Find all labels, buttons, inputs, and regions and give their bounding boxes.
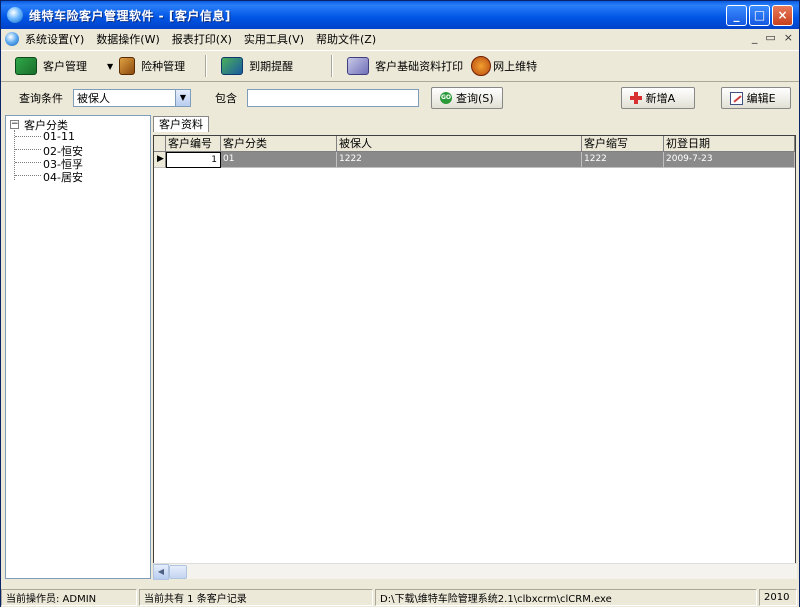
- printer-icon: [347, 57, 370, 75]
- query-bar: 查询条件 被保人 ▼ 包含 GO 查询(S) 新增A 编辑E: [1, 83, 799, 113]
- status-record-count: 当前共有 1 条客户记录: [139, 588, 373, 606]
- status-bar: 当前操作员: ADMIN 当前共有 1 条客户记录 D:\下载\维特车险管理系统…: [1, 587, 799, 607]
- customer-card-icon: [15, 57, 37, 75]
- column-header[interactable]: 被保人: [337, 136, 582, 152]
- customer-table: 客户编号 客户分类 被保人 客户缩写 初登日期 ▶ 1 01 1222 1222…: [153, 135, 796, 579]
- search-input[interactable]: [247, 89, 419, 107]
- app-icon: [7, 7, 23, 23]
- table-header: 客户编号 客户分类 被保人 客户缩写 初登日期: [154, 136, 795, 152]
- query-button[interactable]: GO 查询(S): [431, 87, 503, 109]
- tree-item[interactable]: 01-11: [43, 130, 75, 143]
- horizontal-scrollbar[interactable]: ◀: [153, 563, 797, 580]
- go-icon: GO: [440, 92, 452, 104]
- cell-category[interactable]: 01: [221, 152, 337, 168]
- column-header[interactable]: 客户缩写: [582, 136, 664, 152]
- cell-id[interactable]: 1: [166, 152, 221, 168]
- status-path: D:\下载\维特车险管理系统2.1\clbxcrm\clCRM.exe: [375, 588, 757, 606]
- customer-mgmt-button[interactable]: 客户管理: [15, 53, 87, 79]
- query-button-label: 查询(S): [456, 92, 494, 105]
- column-header[interactable]: 客户分类: [221, 136, 337, 152]
- menu-data-operations[interactable]: 数据操作(W): [96, 31, 159, 47]
- expiry-reminder-button[interactable]: 到期提醒: [221, 53, 293, 79]
- book-icon: [119, 57, 136, 75]
- row-indicator-header: [154, 136, 166, 152]
- menu-help[interactable]: 帮助文件(Z): [316, 31, 376, 47]
- column-header[interactable]: 客户编号: [166, 136, 221, 152]
- mdi-minimize-button[interactable]: _: [752, 31, 758, 44]
- scroll-thumb[interactable]: [169, 565, 187, 579]
- chevron-down-icon[interactable]: ▼: [175, 90, 190, 106]
- tree-item[interactable]: 04-居安: [43, 169, 83, 185]
- system-menu-icon[interactable]: [5, 32, 19, 46]
- toolbar-separator: [331, 55, 334, 77]
- cell-insured[interactable]: 1222: [337, 152, 582, 168]
- minimize-button[interactable]: _: [726, 5, 747, 26]
- edit-pencil-icon: [729, 91, 743, 105]
- add-button[interactable]: 新增A: [620, 87, 695, 109]
- insurance-mgmt-label: 险种管理: [141, 60, 186, 73]
- title-bar: 维特车险客户管理软件 - [客户信息] _ □ ×: [1, 1, 799, 29]
- customer-panel: 客户资料 客户编号 客户分类 被保人 客户缩写 初登日期 ▶ 1 01 1222…: [153, 115, 798, 579]
- condition-select-value: 被保人: [77, 92, 110, 105]
- category-tree: − 客户分类 01-11 02-恒安 03-恒孚 04-居安: [5, 115, 151, 579]
- online-button[interactable]: 网上维特: [471, 53, 537, 79]
- app-window: 维特车险客户管理软件 - [客户信息] _ □ × 系统设置(Y) 数据操作(W…: [0, 0, 800, 607]
- table-empty-area: [154, 168, 795, 578]
- cell-abbr[interactable]: 1222: [582, 152, 664, 168]
- cell-date[interactable]: 2009-7-23: [664, 152, 795, 168]
- customer-mgmt-label: 客户管理: [43, 60, 87, 73]
- dropdown-arrow-icon[interactable]: ▼: [107, 62, 113, 71]
- status-year: 2010: [759, 588, 797, 606]
- add-cross-icon: [629, 92, 642, 104]
- column-header[interactable]: 初登日期: [664, 136, 795, 152]
- reminder-card-icon: [221, 57, 244, 75]
- mdi-close-button[interactable]: ×: [784, 31, 793, 44]
- menu-utilities[interactable]: 实用工具(V): [244, 31, 304, 47]
- toolbar-separator: [205, 55, 208, 77]
- print-basic-info-label: 客户基础资料打印: [375, 60, 464, 73]
- contains-label: 包含: [215, 92, 237, 105]
- condition-label: 查询条件: [19, 92, 63, 105]
- mdi-restore-button[interactable]: ▭: [765, 31, 775, 44]
- status-operator: 当前操作员: ADMIN: [1, 588, 137, 606]
- expiry-reminder-label: 到期提醒: [249, 60, 294, 73]
- menu-report-print[interactable]: 报表打印(X): [172, 31, 232, 47]
- window-title: 维特车险客户管理软件 - [客户信息]: [29, 8, 231, 23]
- menu-system-settings[interactable]: 系统设置(Y): [25, 31, 84, 47]
- tree-connector: [14, 130, 15, 180]
- row-pointer-icon: ▶: [154, 152, 166, 168]
- scroll-left-icon[interactable]: ◀: [153, 564, 169, 580]
- online-globe-icon: [471, 56, 492, 76]
- maximize-button[interactable]: □: [749, 5, 770, 26]
- edit-button[interactable]: 编辑E: [720, 87, 791, 109]
- toolbar: 客户管理 ▼ 险种管理 到期提醒 客户基础资料打印 网上维特: [1, 50, 799, 82]
- insurance-mgmt-button[interactable]: 险种管理: [119, 53, 185, 79]
- tree-connector: [15, 162, 41, 163]
- close-button[interactable]: ×: [772, 5, 793, 26]
- tree-connector: [15, 136, 41, 137]
- menu-bar: 系统设置(Y) 数据操作(W) 报表打印(X) 实用工具(V) 帮助文件(Z) …: [1, 29, 799, 49]
- condition-select[interactable]: 被保人 ▼: [73, 89, 191, 107]
- print-basic-info-button[interactable]: 客户基础资料打印: [347, 53, 463, 79]
- add-button-label: 新增A: [645, 92, 676, 105]
- tree-collapse-icon[interactable]: −: [10, 120, 19, 129]
- online-label: 网上维特: [493, 60, 538, 73]
- edit-button-label: 编辑E: [746, 92, 776, 105]
- table-row[interactable]: ▶ 1 01 1222 1222 2009-7-23: [154, 152, 795, 168]
- tree-connector: [15, 149, 41, 150]
- tree-connector: [15, 175, 41, 176]
- tab-customer-data[interactable]: 客户资料: [153, 116, 209, 132]
